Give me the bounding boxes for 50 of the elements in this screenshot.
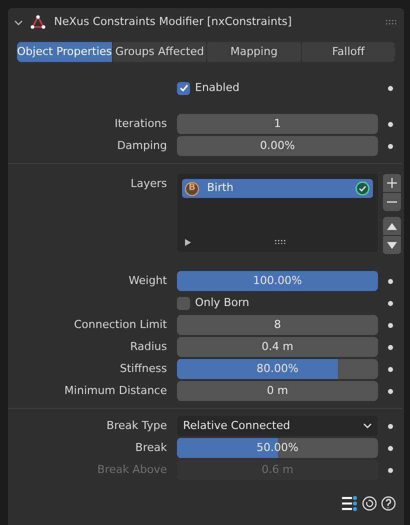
plus-icon bbox=[386, 178, 396, 188]
field-label: Break Type bbox=[106, 418, 167, 434]
check-icon bbox=[178, 83, 188, 93]
checkbox-label: Enabled bbox=[195, 80, 240, 96]
reset-icon[interactable] bbox=[362, 496, 377, 511]
field-label: Damping bbox=[117, 138, 167, 154]
chevron-down-icon[interactable] bbox=[14, 18, 23, 26]
field-label: Iterations bbox=[114, 116, 167, 132]
field-label: Stiffness bbox=[120, 360, 167, 377]
number-field[interactable]: 1 bbox=[177, 114, 378, 134]
field-label: Connection Limit bbox=[74, 316, 167, 333]
list-icon[interactable] bbox=[342, 496, 358, 511]
field-label: Break bbox=[135, 440, 167, 456]
slider-field[interactable]: 80.00% bbox=[177, 359, 378, 379]
move-down-button[interactable] bbox=[382, 236, 400, 254]
tab[interactable]: Groups Affected bbox=[112, 42, 206, 62]
slider-field[interactable]: 100.00% bbox=[177, 271, 378, 291]
grip-icon[interactable] bbox=[386, 20, 398, 24]
number-field[interactable]: 8 bbox=[177, 315, 378, 335]
field-label: Radius bbox=[130, 338, 167, 355]
remove-button[interactable] bbox=[382, 193, 400, 211]
number-field[interactable]: 0 m bbox=[177, 381, 378, 401]
grip-icon[interactable] bbox=[275, 240, 286, 244]
panel-title: NeXus Constraints Modifier [nxConstraints] bbox=[54, 14, 293, 30]
layer-badge: B bbox=[185, 182, 199, 196]
checkbox[interactable] bbox=[177, 82, 190, 94]
layer-name: Birth bbox=[207, 180, 234, 196]
help-icon[interactable] bbox=[381, 496, 396, 511]
layer-item[interactable]: B Birth bbox=[182, 179, 373, 198]
field-label: Break Above bbox=[97, 462, 167, 478]
checkbox-label: Only Born bbox=[195, 294, 250, 311]
check-circle-icon[interactable] bbox=[355, 181, 370, 196]
tab[interactable]: Falloff bbox=[302, 42, 395, 62]
dropdown[interactable]: Relative Connected bbox=[177, 416, 378, 436]
move-up-button[interactable] bbox=[382, 217, 400, 235]
number-field[interactable]: 0.4 m bbox=[177, 337, 378, 357]
number-field[interactable]: 0.00% bbox=[177, 136, 378, 156]
triangle-down-icon bbox=[386, 242, 396, 248]
triangle-nodes-icon bbox=[30, 15, 46, 29]
tab[interactable]: Mapping bbox=[207, 42, 301, 62]
add-button[interactable] bbox=[382, 174, 400, 192]
expand-arrow-icon[interactable] bbox=[185, 238, 191, 246]
checkbox[interactable] bbox=[177, 296, 190, 310]
tab[interactable]: Object Properties bbox=[17, 42, 112, 62]
chevron-down-icon bbox=[363, 423, 372, 429]
field-label: Layers bbox=[130, 176, 167, 192]
field-label: Minimum Distance bbox=[64, 382, 167, 399]
field-label: Weight bbox=[128, 272, 167, 289]
minus-icon bbox=[386, 201, 396, 203]
triangle-up-icon bbox=[386, 222, 396, 230]
